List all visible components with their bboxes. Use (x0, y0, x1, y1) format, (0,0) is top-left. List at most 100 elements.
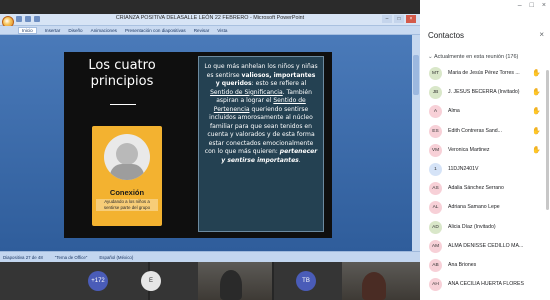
participant-name: ANA CECILIA HUERTA FLORES (448, 281, 524, 288)
participant-row[interactable]: JB J. JESUS BECERRA (Invitado) ✋ (420, 83, 550, 102)
avatar: AD (429, 220, 442, 234)
overflow-avatar: +172 (88, 271, 108, 291)
participant-name: Veronica Martinez (448, 146, 490, 153)
body-text-5: . (298, 156, 301, 164)
avatar: VM (429, 143, 442, 157)
avatar: AB (429, 258, 442, 272)
slide-title-line1: Los cuatro (88, 58, 156, 73)
participant-avatar: E (141, 271, 161, 291)
tab-vista[interactable]: Vista (217, 28, 227, 33)
raised-hand-icon: ✋ (532, 108, 541, 116)
participant-row[interactable]: AS Adalia Sánchez Serrano (420, 179, 550, 198)
panel-title: Contactos (428, 31, 465, 40)
avatar: AH (429, 278, 442, 292)
status-theme: "Tema de Office" (54, 254, 88, 260)
child-body (110, 164, 144, 180)
slide-divider (110, 104, 136, 105)
minimize-button[interactable]: – (518, 2, 522, 9)
participant-name: Edith Contreras Sand... (448, 127, 502, 134)
section-label: Actualmente en esta reunión (176) (434, 54, 519, 60)
ppt-maximize-button[interactable]: □ (394, 15, 404, 23)
participant-name: Maria de Jesús Pérez Torres ... (448, 70, 520, 76)
video-gallery: +172 E TB (0, 262, 420, 300)
ppt-vertical-scrollbar[interactable] (412, 35, 420, 251)
raised-hand-icon: ✋ (532, 127, 541, 135)
tab-diseno[interactable]: Diseño (68, 28, 82, 33)
participant-row[interactable]: AM ALMA DENISSE CEDILLO MA... (420, 237, 550, 256)
slide-title-line2: principios (90, 74, 154, 89)
child-photo (104, 134, 150, 180)
avatar: JB (429, 86, 442, 100)
participant-row[interactable]: 1 11DJN2401V (420, 160, 550, 179)
ppt-window-title: CRIANZA POSITIVA DELASALLE LEÓN 22 FEBRE… (115, 15, 305, 21)
raised-hand-icon: ✋ (532, 89, 541, 97)
participant-name: Alicia Díaz (Invitado) (448, 223, 496, 230)
ppt-close-button[interactable]: × (406, 15, 416, 23)
participant-name: Adalia Sánchez Serrano (448, 185, 504, 192)
participant-avatar: TB (296, 271, 316, 291)
card-title: Conexión (109, 188, 145, 197)
avatar: AL (429, 201, 442, 215)
body-underline-1: Sentido de Significancia (210, 88, 283, 96)
status-language: Español (México) (99, 254, 134, 260)
ppt-minimize-button[interactable]: – (382, 15, 392, 23)
avatar: ES (429, 124, 442, 138)
tab-presentacion[interactable]: Presentación con diapositivas (125, 28, 186, 33)
raised-hand-icon: ✋ (532, 70, 541, 77)
tile-overflow[interactable]: +172 (0, 262, 148, 300)
slide-title: Los cuatro principios (72, 58, 172, 90)
participant-figure (362, 272, 386, 300)
window-controls: – □ × (518, 2, 546, 9)
ppt-title-bar: CRIANZA POSITIVA DELASALLE LEÓN 22 FEBRE… (0, 14, 420, 26)
status-slide-count: Diapositiva 27 de 48 (3, 254, 43, 260)
participant-row[interactable]: AD Alicia Díaz (Invitado) (420, 218, 550, 237)
tab-revisar[interactable]: Revisar (194, 28, 210, 33)
ppt-window-controls: – □ × (382, 15, 416, 23)
tab-animaciones[interactable]: Animaciones (91, 28, 117, 33)
avatar: A (429, 105, 442, 119)
participant-row[interactable]: AB Ana Briones (420, 256, 550, 275)
participant-name: Adriana Samano Lepe (448, 204, 500, 211)
section-in-meeting[interactable]: ⌄Actualmente en esta reunión (176) (428, 54, 546, 60)
tile-participant-e[interactable]: E (141, 262, 198, 300)
participant-figure (220, 270, 242, 300)
participant-row[interactable]: A Alma ✋ (420, 102, 550, 121)
scrollbar-thumb[interactable] (413, 55, 419, 95)
tile-participant-tb[interactable]: TB (274, 262, 342, 300)
raised-hand-icon: ✋ (532, 146, 541, 154)
tab-insertar[interactable]: Insertar (45, 28, 61, 33)
participant-scrollbar[interactable] (546, 70, 549, 210)
shared-screen: CRIANZA POSITIVA DELASALLE LEÓN 22 FEBRE… (0, 0, 420, 262)
participant-row[interactable]: ES Edith Contreras Sand... ✋ (420, 122, 550, 141)
avatar: AM (429, 239, 442, 253)
participant-name: 11DJN2401V (448, 165, 479, 172)
body-text-2: : esto se refiere al (251, 80, 307, 87)
close-panel-button[interactable]: × (539, 30, 544, 39)
participant-name: Ana Briones (448, 261, 477, 268)
slide-body-text: Lo que más anhelan los niños y niñas es … (198, 56, 324, 232)
participant-name: Alma (448, 108, 460, 115)
participant-row[interactable]: AH ANA CECILIA HUERTA FLORES (420, 275, 550, 294)
participant-name: J. JESUS BECERRA (Invitado) (448, 89, 520, 96)
slide: Los cuatro principios Conexión Ayudando … (64, 52, 332, 238)
tile-video-2[interactable] (342, 262, 420, 300)
ppt-status-bar: Diapositiva 27 de 48 "Tema de Office" Es… (0, 251, 420, 262)
maximize-button[interactable]: □ (530, 2, 534, 9)
tab-inicio[interactable]: Inicio (18, 26, 37, 34)
participant-list: MT Maria de Jesús Pérez Torres ... ✋ JB J. J… (420, 64, 550, 294)
avatar: 1 (429, 162, 442, 176)
participant-row[interactable]: VM Veronica Martinez ✋ (420, 141, 550, 160)
ppt-ribbon-tabs: Inicio Insertar Diseño Animaciones Prese… (0, 26, 420, 35)
connection-card: Conexión Ayudando a los niños a sentirse… (92, 126, 162, 226)
screen: CRIANZA POSITIVA DELASALLE LEÓN 22 FEBRE… (0, 0, 550, 300)
card-subtitle: Ayudando a los niños a sentirse parte de… (96, 199, 158, 212)
participants-panel: – □ × Contactos × ⌄Actualmente en esta r… (420, 0, 550, 300)
avatar: AS (429, 182, 442, 196)
participant-row[interactable]: AL Adriana Samano Lepe (420, 198, 550, 217)
participant-row[interactable]: MT Maria de Jesús Pérez Torres ... ✋ (420, 64, 550, 83)
participant-name: ALMA DENISSE CEDILLO MA... (448, 242, 524, 249)
close-window-button[interactable]: × (542, 2, 546, 9)
child-face (116, 143, 138, 165)
tile-video-1[interactable] (198, 262, 272, 300)
avatar: MT (429, 67, 442, 80)
